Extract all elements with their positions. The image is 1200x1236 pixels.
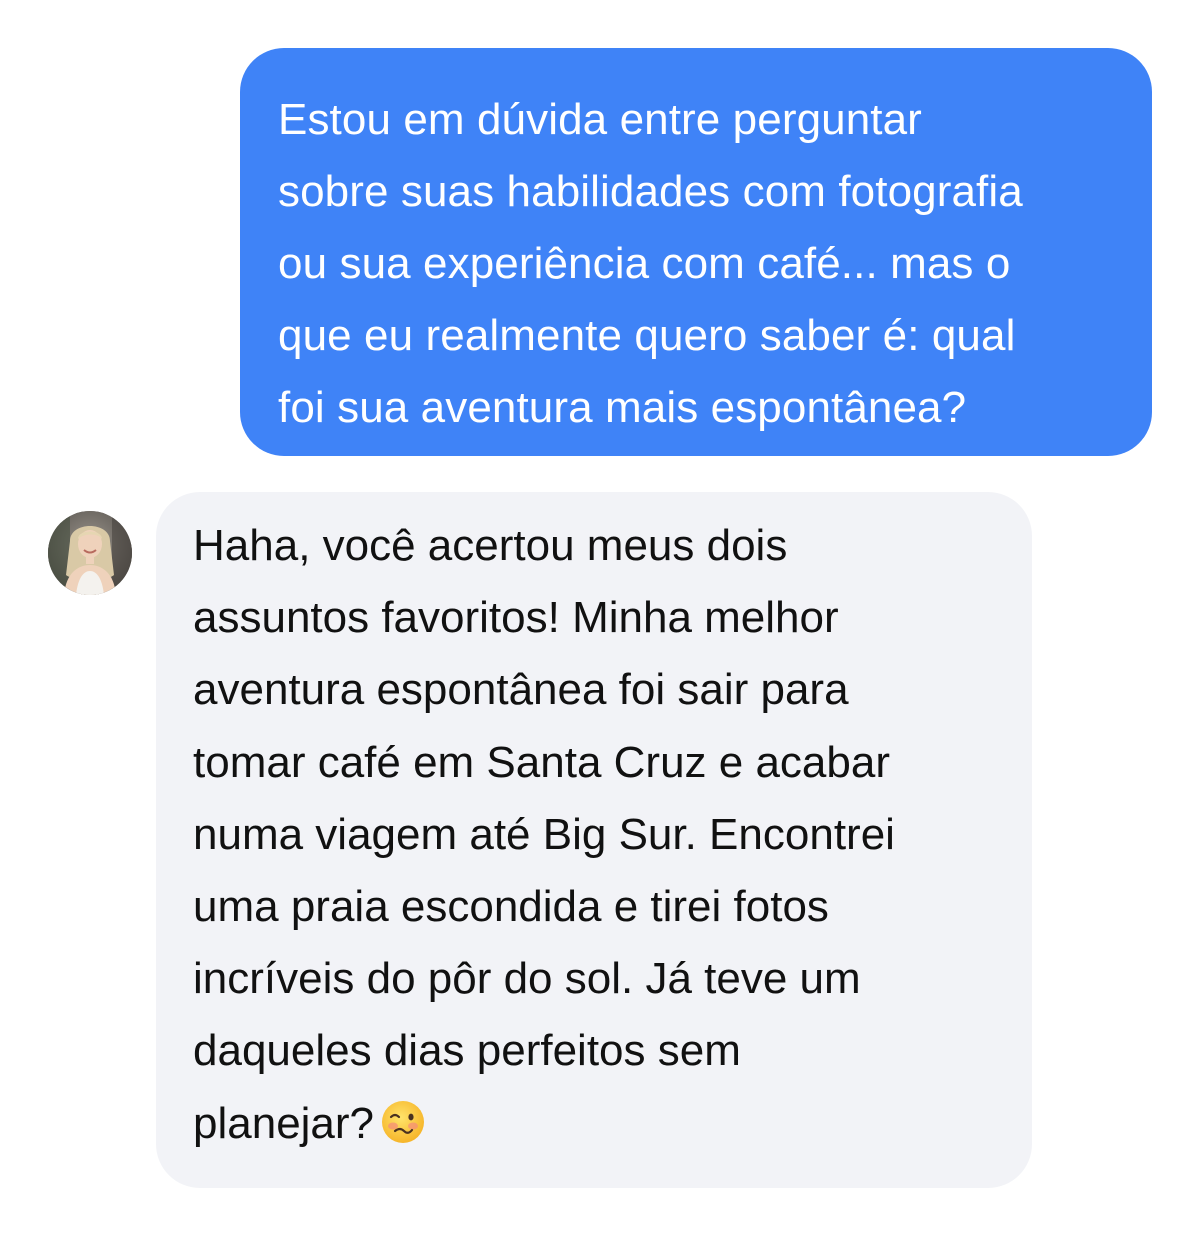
outgoing-message-bubble: Estou em dúvida entre perguntar sobre su…: [240, 48, 1152, 456]
outgoing-message-line: sobre suas habilidades com fotografia: [278, 167, 1023, 216]
incoming-message-line: planejar?: [193, 1098, 375, 1148]
incoming-message-line: daqueles dias perfeitos sem: [193, 1026, 741, 1076]
outgoing-message-line: ou sua experiência com café... mas o: [278, 239, 1011, 288]
woozy-face-emoji-icon: [380, 1095, 426, 1143]
incoming-message-line: aventura espontânea foi sair para: [193, 665, 849, 715]
outgoing-message-line: Estou em dúvida entre perguntar: [278, 95, 922, 144]
incoming-message-line: numa viagem até Big Sur. Encontrei: [193, 809, 895, 859]
incoming-message-bubble: Haha, você acertou meus dois assuntos fa…: [156, 492, 1032, 1188]
incoming-message-line: tomar café em Santa Cruz e acabar: [193, 737, 890, 787]
avatar[interactable]: [48, 511, 132, 595]
incoming-message-line: Haha, você acertou meus dois: [193, 521, 788, 570]
outgoing-message-line: foi sua aventura mais espontânea?: [278, 383, 967, 432]
incoming-message-line: assuntos favoritos! Minha melhor: [193, 593, 839, 643]
incoming-message-line: incríveis do pôr do sol. Já teve um: [193, 954, 861, 1004]
incoming-message-line: uma praia escondida e tirei fotos: [193, 882, 829, 932]
chat-thread: Estou em dúvida entre perguntar sobre su…: [0, 0, 1200, 1236]
incoming-message-last-line: planejar?: [193, 1088, 1002, 1160]
profile-photo-icon: [48, 511, 132, 595]
outgoing-message-line: que eu realmente quero saber é: qual: [278, 311, 1016, 360]
